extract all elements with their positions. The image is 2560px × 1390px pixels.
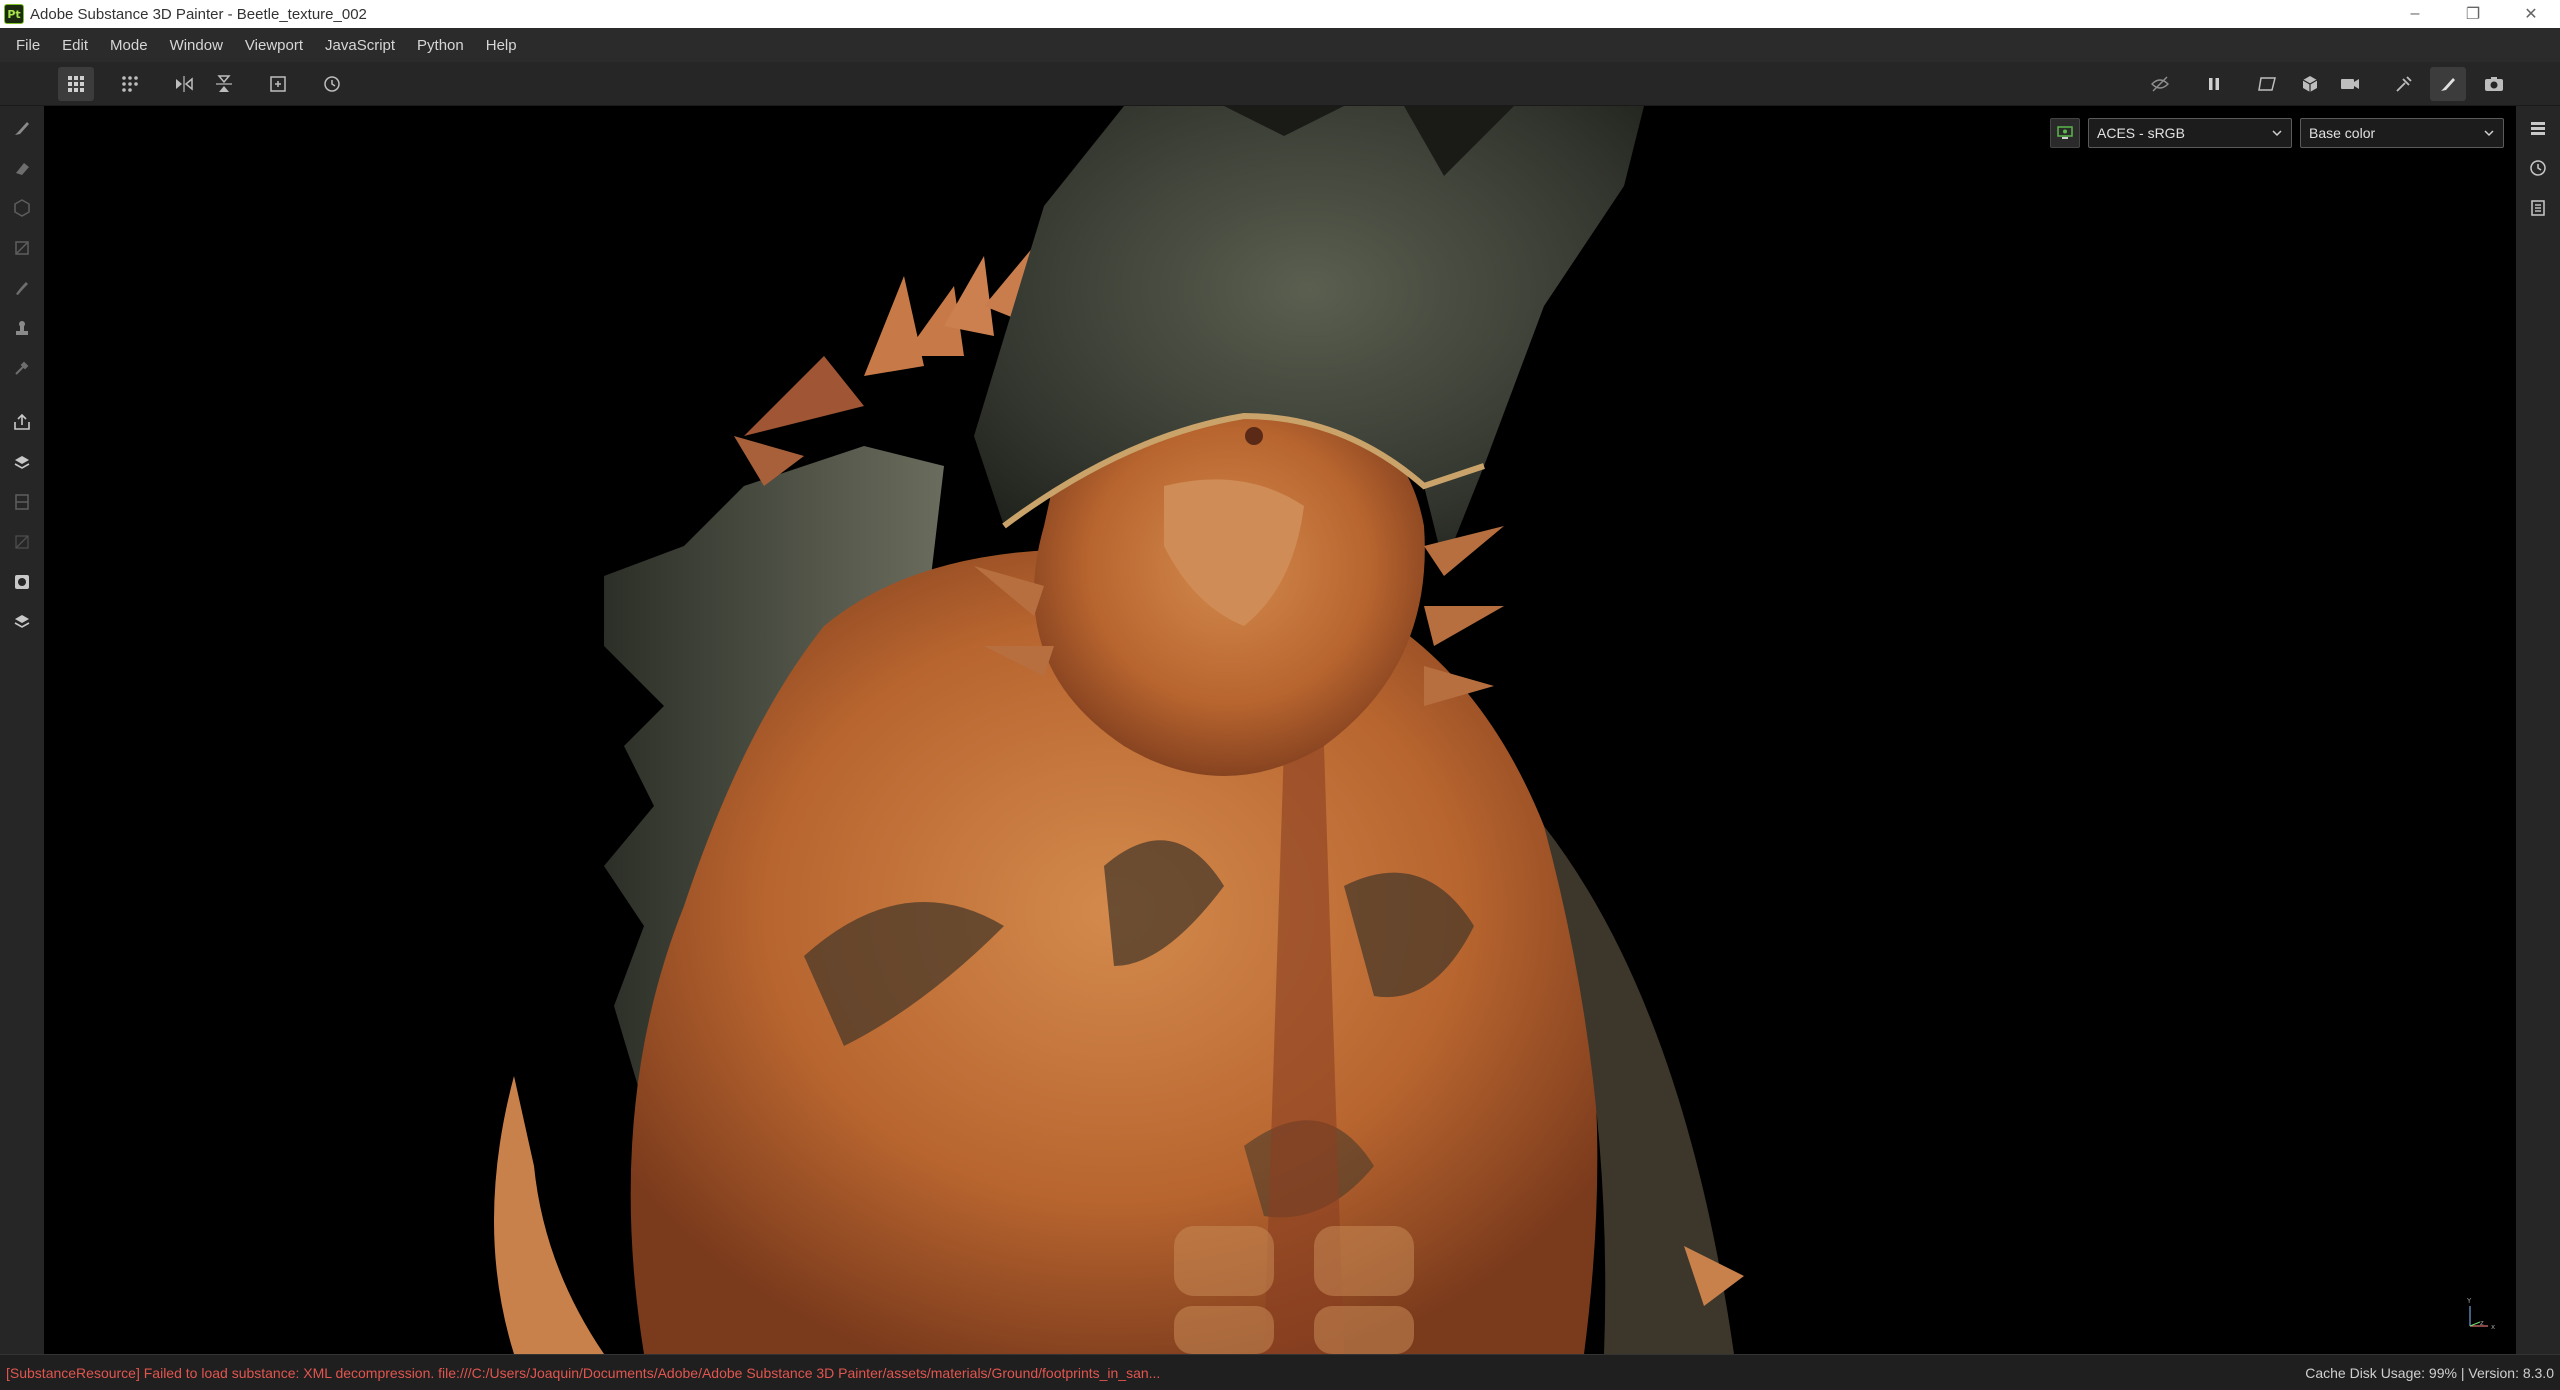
viewport-display-controls: ACES - sRGB Base color [2050, 118, 2504, 148]
monitor-icon [2057, 126, 2073, 139]
bake-mesh-tool[interactable] [6, 446, 38, 478]
menu-edit[interactable]: Edit [54, 37, 96, 54]
axis-x-label: x [2491, 1323, 2495, 1331]
status-error-message[interactable]: [SubstanceResource] Failed to load subst… [6, 1365, 1160, 1381]
assets-icon [14, 615, 30, 628]
beetle-creature-model [494, 106, 1744, 1354]
pause-icon [2209, 78, 2219, 90]
hide-icon [2151, 76, 2169, 92]
layers-icon [2531, 122, 2545, 135]
cube-icon [2302, 76, 2318, 92]
channel-value: Base color [2309, 125, 2376, 141]
menu-file[interactable]: File [8, 37, 48, 54]
polygon-fill-tool[interactable] [6, 232, 38, 264]
display-settings-button[interactable] [2050, 118, 2080, 148]
eyedropper-icon [15, 361, 29, 375]
fit-frame-icon [270, 76, 286, 92]
history-panel-button[interactable] [2524, 154, 2552, 182]
app-logo: Pt [4, 4, 24, 24]
status-bar: [SubstanceResource] Failed to load subst… [0, 1354, 2560, 1390]
uv-icon [15, 535, 29, 549]
export-tool[interactable] [6, 406, 38, 438]
hide-button[interactable] [2142, 67, 2178, 101]
menu-javascript[interactable]: JavaScript [317, 37, 403, 54]
fit-frame-button[interactable] [260, 67, 296, 101]
window-controls: – ❐ ✕ [2386, 0, 2560, 28]
history-reset-icon [324, 76, 340, 92]
right-panel-strip [2516, 106, 2560, 1354]
eraser-tool[interactable] [6, 152, 38, 184]
geometry-mask-icon [15, 494, 29, 510]
minimize-button[interactable]: – [2386, 0, 2444, 28]
3d-viewport[interactable]: ACES - sRGB Base color Y z x [44, 106, 2516, 1354]
pause-button[interactable] [2196, 67, 2232, 101]
smudge-tool[interactable] [6, 272, 38, 304]
geometry-mask-tool[interactable] [6, 486, 38, 518]
colorspace-value: ACES - sRGB [2097, 125, 2185, 141]
chevron-down-icon [2272, 130, 2282, 137]
symmetry-vertical-icon [216, 75, 232, 92]
eraser-icon [16, 163, 29, 175]
properties-icon [2531, 200, 2545, 216]
assets-tool[interactable] [6, 606, 38, 638]
color-picker-tool[interactable] [6, 352, 38, 384]
smudge-icon [16, 282, 28, 295]
menu-python[interactable]: Python [409, 37, 472, 54]
layers-panel-button[interactable] [2524, 114, 2552, 142]
properties-panel-button[interactable] [2524, 194, 2552, 222]
maximize-button[interactable]: ❐ [2444, 0, 2502, 28]
close-button[interactable]: ✕ [2502, 0, 2560, 28]
screenshot-icon [2485, 77, 2503, 91]
axis-y-label: Y [2466, 1297, 2472, 1305]
projection-icon [14, 199, 30, 217]
polygon-fill-icon [15, 241, 29, 255]
channel-dropdown[interactable]: Base color [2300, 118, 2504, 148]
brush-icon [15, 122, 29, 135]
perspective-icon [2258, 77, 2276, 91]
export-icon [14, 413, 30, 430]
bake-icon [2396, 76, 2412, 92]
brush-tool[interactable] [6, 112, 38, 144]
uv-tool[interactable] [6, 526, 38, 558]
grid-options-icon [122, 76, 138, 92]
menu-window[interactable]: Window [162, 37, 231, 54]
title-bar: Pt Adobe Substance 3D Painter - Beetle_t… [0, 0, 2560, 28]
grid-view-icon [68, 76, 84, 92]
symmetry-icon [176, 76, 193, 92]
axis-z-label: z [2480, 1319, 2484, 1327]
main-toolbar [0, 62, 2560, 106]
menu-mode[interactable]: Mode [102, 37, 156, 54]
grid-view-button[interactable] [58, 67, 94, 101]
symmetry-button[interactable] [166, 67, 202, 101]
symmetry-vertical-button[interactable] [206, 67, 242, 101]
materials-icon [15, 575, 29, 589]
cache-disk-usage: Cache Disk Usage: 99% | Version: 8.3.0 [2305, 1364, 2554, 1381]
history-reset-button[interactable] [314, 67, 350, 101]
paint-icon [2441, 78, 2455, 91]
left-tool-strip [0, 106, 44, 1354]
history-icon [2530, 160, 2546, 176]
clone-tool[interactable] [6, 312, 38, 344]
perspective-button[interactable] [2250, 67, 2286, 101]
screenshot-button[interactable] [2476, 67, 2512, 101]
colorspace-dropdown[interactable]: ACES - sRGB [2088, 118, 2292, 148]
menu-viewport[interactable]: Viewport [237, 37, 311, 54]
camera-button[interactable] [2332, 67, 2368, 101]
materials-tool[interactable] [6, 566, 38, 598]
bake-button[interactable] [2386, 67, 2422, 101]
clone-stamp-icon [16, 321, 28, 335]
camera-icon [2341, 79, 2359, 89]
bake-mesh-icon [14, 456, 30, 469]
paint-mode-button[interactable] [2430, 67, 2466, 101]
projection-tool[interactable] [6, 192, 38, 224]
menu-bar: File Edit Mode Window Viewport JavaScrip… [0, 28, 2560, 62]
grid-options-button[interactable] [112, 67, 148, 101]
chevron-down-icon [2484, 130, 2494, 137]
window-title: Adobe Substance 3D Painter - Beetle_text… [30, 5, 367, 23]
cube-button[interactable] [2292, 67, 2328, 101]
menu-help[interactable]: Help [478, 37, 525, 54]
axis-gizmo: Y z x [2466, 1297, 2495, 1331]
